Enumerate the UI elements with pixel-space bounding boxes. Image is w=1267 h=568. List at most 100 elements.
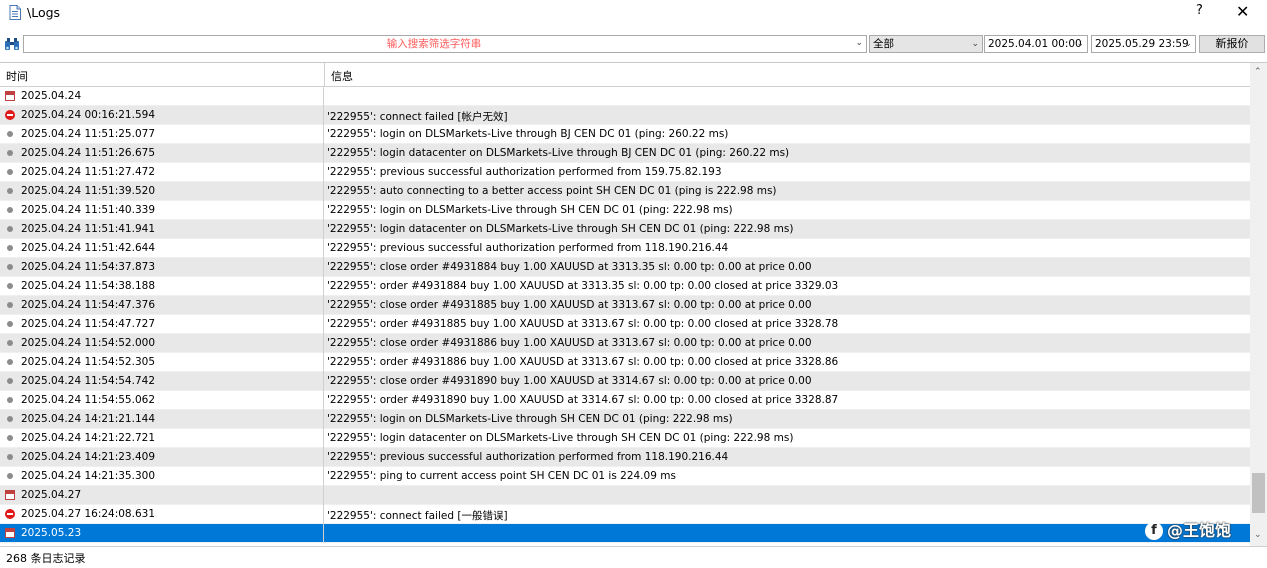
table-row[interactable]: 2025.04.24 xyxy=(0,87,1250,106)
table-row[interactable]: 2025.04.24 11:54:52.000 '222955': close o… xyxy=(0,334,1250,353)
time-cell: 2025.04.24 14:21:35.300 xyxy=(0,467,324,486)
time-cell: 2025.04.24 11:54:47.376 xyxy=(0,296,324,315)
info-dot-icon xyxy=(7,283,13,289)
table-row[interactable]: 2025.05.23 xyxy=(0,524,1250,543)
message-text: '222955': ping to current access point S… xyxy=(327,470,676,482)
time-cell: 2025.04.24 11:54:52.000 xyxy=(0,334,324,353)
time-text: 2025.04.24 11:51:39.520 xyxy=(21,185,155,197)
info-dot-icon xyxy=(7,397,13,403)
message-text: '222955': previous successful authorizat… xyxy=(327,166,722,178)
record-count: 268 条日志记录 xyxy=(6,552,86,565)
info-dot-icon xyxy=(7,473,13,479)
table-row[interactable]: 2025.04.24 11:51:39.520 '222955': auto co… xyxy=(0,182,1250,201)
table-row[interactable]: 2025.04.24 11:51:40.339 '222955': login o… xyxy=(0,201,1250,220)
table-row[interactable]: 2025.04.24 00:16:21.594 '222955': connect… xyxy=(0,106,1250,125)
time-text: 2025.04.24 11:51:25.077 xyxy=(21,128,155,140)
info-dot-icon xyxy=(7,340,13,346)
table-row[interactable]: 2025.04.24 11:51:25.077 '222955': login o… xyxy=(0,125,1250,144)
table-row[interactable]: 2025.04.24 11:51:26.675 '222955': login d… xyxy=(0,144,1250,163)
watermark-logo-icon: f xyxy=(1145,522,1163,540)
time-cell: 2025.04.24 11:54:47.727 xyxy=(0,315,324,334)
scroll-down-icon[interactable]: ⌄ xyxy=(1254,530,1262,540)
calendar-icon xyxy=(5,91,15,101)
message-text: '222955': close order #4931885 buy 1.00 … xyxy=(327,299,812,311)
info-dot-icon xyxy=(7,188,13,194)
time-text: 2025.04.24 14:21:22.721 xyxy=(21,432,155,444)
time-text: 2025.04.24 11:51:41.941 xyxy=(21,223,155,235)
column-header-time[interactable]: 时间 xyxy=(6,68,28,84)
help-button[interactable]: ? xyxy=(1196,3,1203,18)
scrollbar-thumb[interactable] xyxy=(1252,473,1265,513)
time-text: 2025.04.24 11:51:42.644 xyxy=(21,242,155,254)
message-text: '222955': close order #4931884 buy 1.00 … xyxy=(327,261,812,273)
time-cell: 2025.04.24 11:54:52.305 xyxy=(0,353,324,372)
time-text: 2025.04.27 16:24:08.631 xyxy=(21,508,155,520)
table-row[interactable]: 2025.04.24 14:21:21.144 '222955': login o… xyxy=(0,410,1250,429)
new-quote-button[interactable]: 新报价 xyxy=(1199,35,1265,53)
column-divider[interactable] xyxy=(324,63,325,86)
table-row[interactable]: 2025.04.24 14:21:35.300 '222955': ping to… xyxy=(0,467,1250,486)
search-input[interactable] xyxy=(24,36,844,52)
filter-toolbar: ⌄ 全部 ⌄ 2025.04.01 00:00 ⌄ 2025.05.29 23:… xyxy=(0,33,1267,57)
watermark-text: @王饱饱 xyxy=(1167,521,1232,540)
time-cell: 2025.04.24 14:21:21.144 xyxy=(0,410,324,429)
binoculars-icon[interactable] xyxy=(4,37,20,51)
table-row[interactable]: 2025.04.24 11:54:38.188 '222955': order #… xyxy=(0,277,1250,296)
time-text: 2025.04.24 11:51:26.675 xyxy=(21,147,155,159)
vertical-scrollbar[interactable]: ⌃ ⌄ xyxy=(1250,63,1267,547)
table-row[interactable]: 2025.04.24 11:54:55.062 '222955': order #… xyxy=(0,391,1250,410)
error-icon xyxy=(5,110,15,120)
time-text: 2025.04.24 11:51:27.472 xyxy=(21,166,155,178)
message-text: '222955': previous successful authorizat… xyxy=(327,451,729,463)
table-row[interactable]: 2025.04.27 xyxy=(0,486,1250,505)
message-text: '222955': login datacenter on DLSMarkets… xyxy=(327,432,794,444)
info-dot-icon xyxy=(7,378,13,384)
table-row[interactable]: 2025.04.24 11:51:42.644 '222955': previou… xyxy=(0,239,1250,258)
scroll-up-icon[interactable]: ⌃ xyxy=(1254,67,1262,77)
message-text: '222955': close order #4931890 buy 1.00 … xyxy=(327,375,812,387)
source-filter-value: 全部 xyxy=(873,38,894,50)
table-row[interactable]: 2025.04.24 14:21:23.409 '222955': previou… xyxy=(0,448,1250,467)
time-text: 2025.04.27 xyxy=(21,489,82,501)
time-cell: 2025.04.27 xyxy=(0,486,324,505)
time-text: 2025.04.24 14:21:35.300 xyxy=(21,470,155,482)
close-button[interactable]: ✕ xyxy=(1236,2,1249,21)
time-text: 2025.04.24 11:54:38.188 xyxy=(21,280,155,292)
time-cell: 2025.04.24 14:21:22.721 xyxy=(0,429,324,448)
time-cell: 2025.05.23 xyxy=(0,524,324,543)
info-dot-icon xyxy=(7,359,13,365)
date-from-picker[interactable]: 2025.04.01 00:00 ⌄ xyxy=(984,35,1088,53)
message-text: '222955': login datacenter on DLSMarkets… xyxy=(327,147,790,159)
source-filter-select[interactable]: 全部 ⌄ xyxy=(869,35,983,53)
date-to-picker[interactable]: 2025.05.29 23:59 ⌄ xyxy=(1091,35,1196,53)
table-row[interactable]: 2025.04.24 11:54:47.376 '222955': close o… xyxy=(0,296,1250,315)
document-icon xyxy=(9,5,21,20)
watermark: f @王饱饱 xyxy=(1145,517,1231,541)
time-cell: 2025.04.24 11:51:39.520 xyxy=(0,182,324,201)
table-row[interactable]: 2025.04.24 11:54:37.873 '222955': close o… xyxy=(0,258,1250,277)
message-text: '222955': order #4931886 buy 1.00 XAUUSD… xyxy=(327,356,839,368)
time-cell: 2025.04.24 xyxy=(0,87,324,106)
column-header-message[interactable]: 信息 xyxy=(331,68,353,84)
table-row[interactable]: 2025.04.27 16:24:08.631 '222955': connect… xyxy=(0,505,1250,524)
info-dot-icon xyxy=(7,226,13,232)
message-text: '222955': login on DLSMarkets-Live throu… xyxy=(327,204,733,216)
chevron-down-icon: ⌄ xyxy=(1184,39,1192,49)
time-text: 2025.04.24 11:54:47.727 xyxy=(21,318,155,330)
time-text: 2025.04.24 11:51:40.339 xyxy=(21,204,155,216)
time-cell: 2025.04.24 11:51:25.077 xyxy=(0,125,324,144)
table-row[interactable]: 2025.04.24 11:51:27.472 '222955': previou… xyxy=(0,163,1250,182)
message-text: '222955': auto connecting to a better ac… xyxy=(327,185,777,197)
table-row[interactable]: 2025.04.24 11:51:41.941 '222955': login d… xyxy=(0,220,1250,239)
time-cell: 2025.04.24 11:51:41.941 xyxy=(0,220,324,239)
time-text: 2025.04.24 11:54:54.742 xyxy=(21,375,155,387)
time-text: 2025.04.24 11:54:47.376 xyxy=(21,299,155,311)
table-row[interactable]: 2025.04.24 11:54:54.742 '222955': close o… xyxy=(0,372,1250,391)
message-text: '222955': connect failed [帐户无效] xyxy=(327,111,508,123)
info-dot-icon xyxy=(7,302,13,308)
search-box[interactable]: ⌄ xyxy=(23,35,867,53)
table-row[interactable]: 2025.04.24 11:54:52.305 '222955': order #… xyxy=(0,353,1250,372)
table-row[interactable]: 2025.04.24 14:21:22.721 '222955': login d… xyxy=(0,429,1250,448)
chevron-down-icon[interactable]: ⌄ xyxy=(855,38,863,48)
table-row[interactable]: 2025.04.24 11:54:47.727 '222955': order #… xyxy=(0,315,1250,334)
